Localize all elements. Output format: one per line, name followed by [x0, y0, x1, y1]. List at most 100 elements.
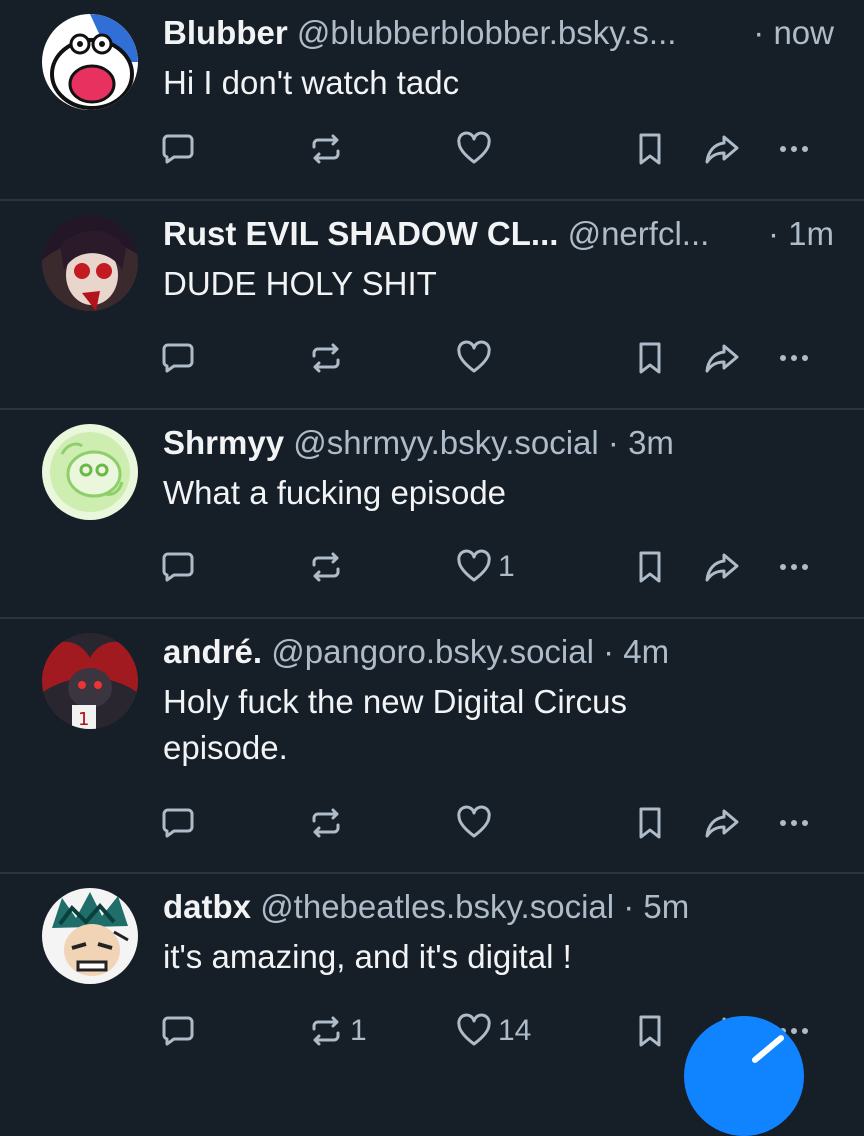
repost-count: 1 [350, 1014, 367, 1047]
reply-button[interactable] [160, 542, 202, 592]
heart-icon [457, 805, 491, 838]
bookmark-button[interactable] [632, 124, 668, 174]
post-header: andré. @pangoro.bsky.social · 4m [163, 631, 834, 673]
author-handle[interactable]: @pangoro.bsky.social [271, 633, 594, 670]
post-timestamp[interactable]: · 4m [603, 633, 669, 670]
share-arrow-icon [705, 135, 739, 164]
bookmark-button[interactable] [632, 1006, 668, 1056]
post-actions [0, 798, 864, 848]
avatar[interactable] [42, 215, 138, 311]
post-header: Shrmyy @shrmyy.bsky.social · 3m [163, 422, 834, 464]
post-timestamp[interactable]: · 3m [608, 424, 674, 461]
post-text: DUDE HOLY SHIT [163, 265, 437, 302]
speech-bubble-icon [162, 808, 194, 838]
like-button[interactable]: 1 [456, 542, 515, 592]
author-name[interactable]: datbx [163, 888, 251, 925]
like-button[interactable] [456, 798, 498, 848]
like-button[interactable]: 14 [456, 1006, 531, 1056]
like-button[interactable] [456, 124, 498, 174]
repost-arrows-icon [312, 134, 340, 164]
author-handle[interactable]: @shrmyy.bsky.social [293, 424, 599, 461]
heart-icon [457, 549, 491, 582]
repost-arrows-icon [312, 1016, 340, 1046]
author-name[interactable]: Blubber [163, 14, 288, 51]
author-handle[interactable]: @blubberblobber.bsky.s... [297, 14, 677, 51]
share-arrow-icon [705, 344, 739, 373]
author-handle[interactable]: @thebeatles.bsky.social [260, 888, 614, 925]
repost-button[interactable] [308, 124, 350, 174]
repost-button[interactable] [308, 798, 350, 848]
post-timestamp[interactable]: · now [753, 12, 834, 54]
compose-button[interactable] [684, 1016, 804, 1136]
heart-icon [457, 131, 491, 164]
avatar[interactable]: 1 [42, 633, 138, 729]
post-timestamp[interactable]: · 5m [623, 888, 689, 925]
share-button[interactable] [704, 333, 740, 383]
bookmark-button[interactable] [632, 333, 668, 383]
more-options-button[interactable] [776, 798, 812, 848]
post-text: Holy fuck the new Digital Circus episode… [163, 683, 627, 766]
post[interactable]: Blubber @blubberblobber.bsky.s... · now … [0, 0, 864, 201]
post-feed: Blubber @blubberblobber.bsky.s... · now … [0, 0, 864, 1064]
reply-button[interactable] [160, 124, 202, 174]
bookmark-icon [639, 551, 661, 583]
repost-arrows-icon [312, 552, 340, 582]
author-name[interactable]: andré. [163, 633, 262, 670]
svg-text:1: 1 [78, 709, 89, 729]
speech-bubble-icon [162, 343, 194, 373]
post-header: Blubber @blubberblobber.bsky.s... · now [163, 12, 834, 54]
post-header: datbx @thebeatles.bsky.social · 5m [163, 886, 834, 928]
like-button[interactable] [456, 333, 498, 383]
post-actions: 1 [0, 542, 864, 592]
repost-button[interactable] [308, 333, 350, 383]
bookmark-button[interactable] [632, 542, 668, 592]
post-actions [0, 333, 864, 383]
author-handle[interactable]: @nerfcl... [568, 215, 710, 252]
share-button[interactable] [704, 542, 740, 592]
post[interactable]: Rust EVIL SHADOW CL... @nerfcl... · 1m D… [0, 201, 864, 410]
more-options-button[interactable] [776, 542, 812, 592]
like-count: 1 [498, 550, 515, 583]
ellipsis-icon [780, 820, 808, 826]
author-name[interactable]: Shrmyy [163, 424, 284, 461]
speech-bubble-icon [162, 1016, 194, 1046]
post-text: What a fucking episode [163, 474, 507, 511]
post[interactable]: Shrmyy @shrmyy.bsky.social · 3m What a f… [0, 410, 864, 619]
author-name[interactable]: Rust EVIL SHADOW CL... [163, 215, 558, 252]
heart-icon [457, 340, 491, 373]
ellipsis-icon [780, 355, 808, 361]
bookmark-icon [639, 1015, 661, 1047]
more-options-button[interactable] [776, 124, 812, 174]
post-text: Hi I don't watch tadc [163, 64, 460, 101]
post-timestamp[interactable]: · 1m [768, 213, 834, 255]
share-button[interactable] [704, 798, 740, 848]
speech-bubble-icon [162, 134, 194, 164]
reply-button[interactable] [160, 1006, 202, 1056]
reply-button[interactable] [160, 798, 202, 848]
avatar[interactable] [42, 424, 138, 520]
bookmark-icon [639, 807, 661, 839]
post-text: it's amazing, and it's digital ! [163, 938, 572, 975]
share-button[interactable] [704, 124, 740, 174]
share-arrow-icon [705, 809, 739, 838]
like-count: 14 [498, 1014, 532, 1047]
ellipsis-icon [780, 146, 808, 152]
speech-bubble-icon [162, 552, 194, 582]
ellipsis-icon [780, 564, 808, 570]
bookmark-button[interactable] [632, 798, 668, 848]
bookmark-icon [639, 342, 661, 374]
repost-arrows-icon [312, 343, 340, 373]
reply-button[interactable] [160, 333, 202, 383]
post-actions [0, 124, 864, 174]
share-arrow-icon [705, 553, 739, 582]
bookmark-icon [639, 133, 661, 165]
post[interactable]: 1 andré. @pangoro.bsky.social · 4m Holy … [0, 619, 864, 874]
repost-button[interactable]: 1 [308, 1006, 367, 1056]
repost-button[interactable] [308, 542, 350, 592]
repost-arrows-icon [312, 808, 340, 838]
more-options-button[interactable] [776, 333, 812, 383]
heart-icon [457, 1013, 491, 1046]
post-header: Rust EVIL SHADOW CL... @nerfcl... · 1m [163, 213, 834, 255]
avatar[interactable] [42, 14, 138, 110]
avatar[interactable] [42, 888, 138, 984]
